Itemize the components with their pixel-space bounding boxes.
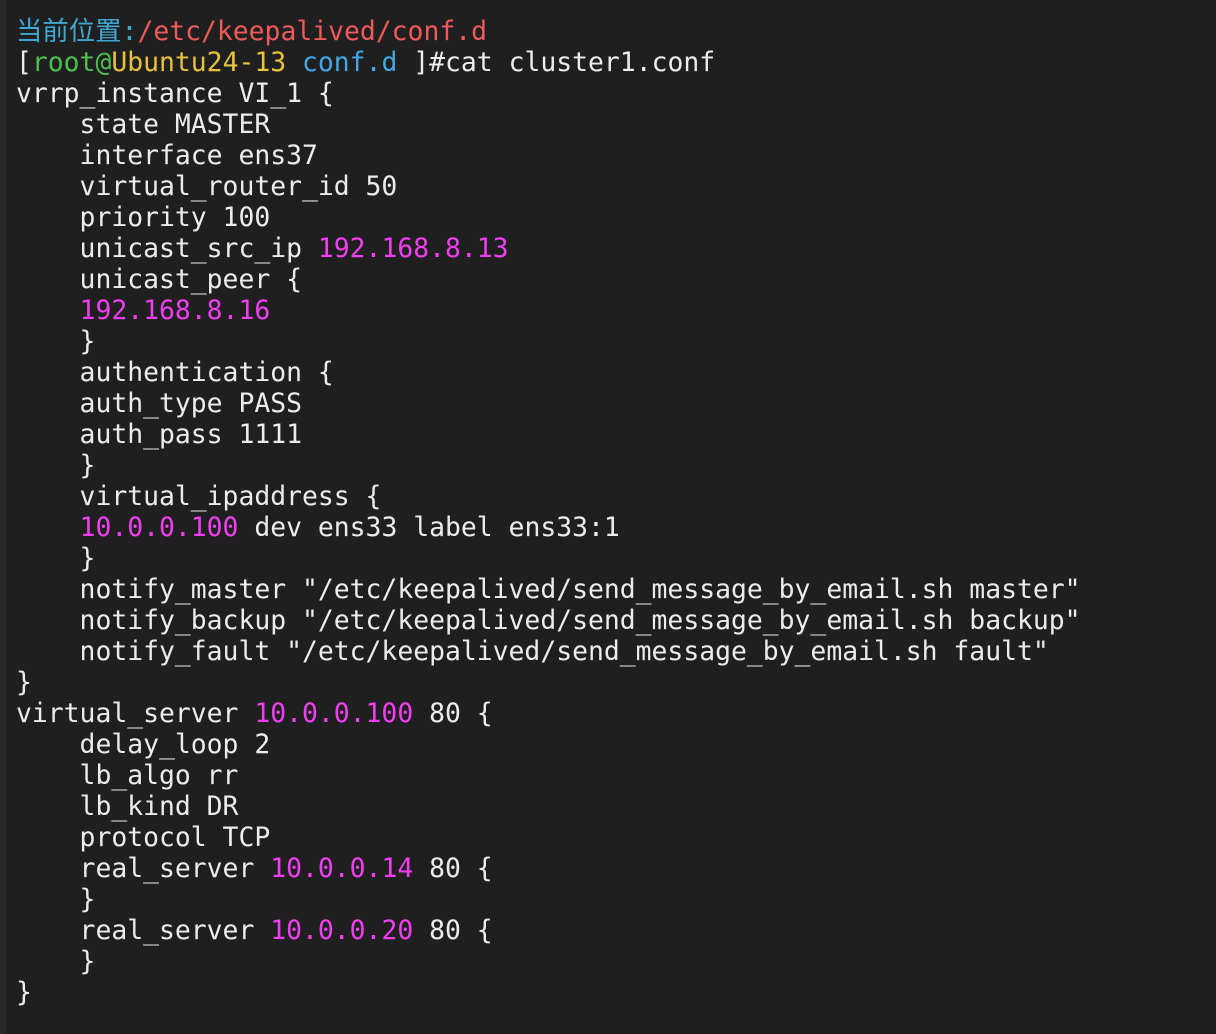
command-output: vrrp_instance VI_1 { state MASTER interf… [16, 78, 1216, 1008]
output-line: virtual_router_id 50 [16, 171, 1216, 202]
output-line: 192.168.8.16 [16, 295, 1216, 326]
output-line: unicast_src_ip 192.168.8.13 [16, 233, 1216, 264]
config-text: } [16, 884, 96, 915]
output-line: authentication { [16, 357, 1216, 388]
config-text: protocol TCP [16, 822, 271, 853]
output-line: interface ens37 [16, 140, 1216, 171]
config-text: unicast_peer { [16, 264, 302, 295]
output-line: protocol TCP [16, 822, 1216, 853]
config-text: auth_type PASS [16, 388, 302, 419]
config-text: notify_master "/etc/keepalived/send_mess… [16, 574, 1081, 605]
config-text: virtual_router_id 50 [16, 171, 398, 202]
output-line: virtual_server 10.0.0.100 80 { [16, 698, 1216, 729]
config-text: real_server [16, 853, 271, 884]
output-line: lb_algo rr [16, 760, 1216, 791]
terminal-window[interactable]: 当前位置:/etc/keepalived/conf.d [root@Ubuntu… [0, 0, 1216, 1034]
config-text [16, 512, 80, 543]
config-text: 80 { [413, 853, 493, 884]
ip-address: 10.0.0.20 [270, 915, 414, 946]
prompt-host: Ubuntu24-13 [111, 47, 287, 78]
prompt-open-bracket: [ [16, 47, 32, 78]
config-text: unicast_src_ip [16, 233, 318, 264]
config-text: auth_pass 1111 [16, 419, 302, 450]
ip-address: 192.168.8.16 [79, 295, 271, 326]
config-text: dev ens33 label ens33:1 [238, 512, 620, 543]
ip-address: 10.0.0.14 [270, 853, 414, 884]
config-text: } [16, 450, 96, 481]
config-text: priority 100 [16, 202, 271, 233]
output-line: } [16, 543, 1216, 574]
output-line: delay_loop 2 [16, 729, 1216, 760]
output-line: vrrp_instance VI_1 { [16, 78, 1216, 109]
config-text: 80 { [413, 698, 493, 729]
prompt-close: ]# [397, 47, 446, 78]
output-line: notify_master "/etc/keepalived/send_mess… [16, 574, 1216, 605]
prompt-user: root [31, 47, 96, 78]
config-text: interface ens37 [16, 140, 318, 171]
location-path: /etc/keepalived/conf.d [137, 16, 488, 47]
config-text [16, 295, 80, 326]
config-text: notify_backup "/etc/keepalived/send_mess… [16, 605, 1081, 636]
prompt-cwd: conf.d [302, 47, 398, 78]
output-line: } [16, 946, 1216, 977]
prompt-at: @ [95, 47, 112, 78]
location-label: 当前位置: [16, 16, 138, 47]
output-line: notify_fault "/etc/keepalived/send_messa… [16, 636, 1216, 667]
output-line: notify_backup "/etc/keepalived/send_mess… [16, 605, 1216, 636]
location-line: 当前位置:/etc/keepalived/conf.d [16, 16, 1216, 47]
config-text: virtual_server [16, 698, 255, 729]
config-text: } [16, 977, 32, 1008]
config-text: virtual_ipaddress { [16, 481, 382, 512]
config-text: 80 { [413, 915, 493, 946]
ip-address: 192.168.8.13 [317, 233, 509, 264]
output-line: } [16, 884, 1216, 915]
config-text: } [16, 667, 32, 698]
prompt-line: [root@Ubuntu24-13 conf.d ]#cat cluster1.… [16, 47, 1216, 78]
output-line: } [16, 977, 1216, 1008]
config-text: delay_loop 2 [16, 729, 271, 760]
config-text: } [16, 543, 96, 574]
ip-address: 10.0.0.100 [254, 698, 414, 729]
config-text: } [16, 946, 96, 977]
output-line: real_server 10.0.0.20 80 { [16, 915, 1216, 946]
output-line: lb_kind DR [16, 791, 1216, 822]
config-text: } [16, 326, 96, 357]
prompt-command: cat cluster1.conf [445, 47, 716, 78]
config-text: vrrp_instance VI_1 { [16, 78, 334, 109]
output-line: priority 100 [16, 202, 1216, 233]
config-text: real_server [16, 915, 271, 946]
ip-address: 10.0.0.100 [79, 512, 239, 543]
output-line: 10.0.0.100 dev ens33 label ens33:1 [16, 512, 1216, 543]
config-text: authentication { [16, 357, 334, 388]
config-text: state MASTER [16, 109, 271, 140]
output-line: state MASTER [16, 109, 1216, 140]
output-line: virtual_ipaddress { [16, 481, 1216, 512]
config-text: lb_kind DR [16, 791, 239, 822]
output-line: } [16, 326, 1216, 357]
output-line: } [16, 667, 1216, 698]
output-line: auth_type PASS [16, 388, 1216, 419]
output-line: auth_pass 1111 [16, 419, 1216, 450]
config-text: lb_algo rr [16, 760, 239, 791]
config-text: notify_fault "/etc/keepalived/send_messa… [16, 636, 1049, 667]
output-line: unicast_peer { [16, 264, 1216, 295]
output-line: real_server 10.0.0.14 80 { [16, 853, 1216, 884]
output-line: } [16, 450, 1216, 481]
